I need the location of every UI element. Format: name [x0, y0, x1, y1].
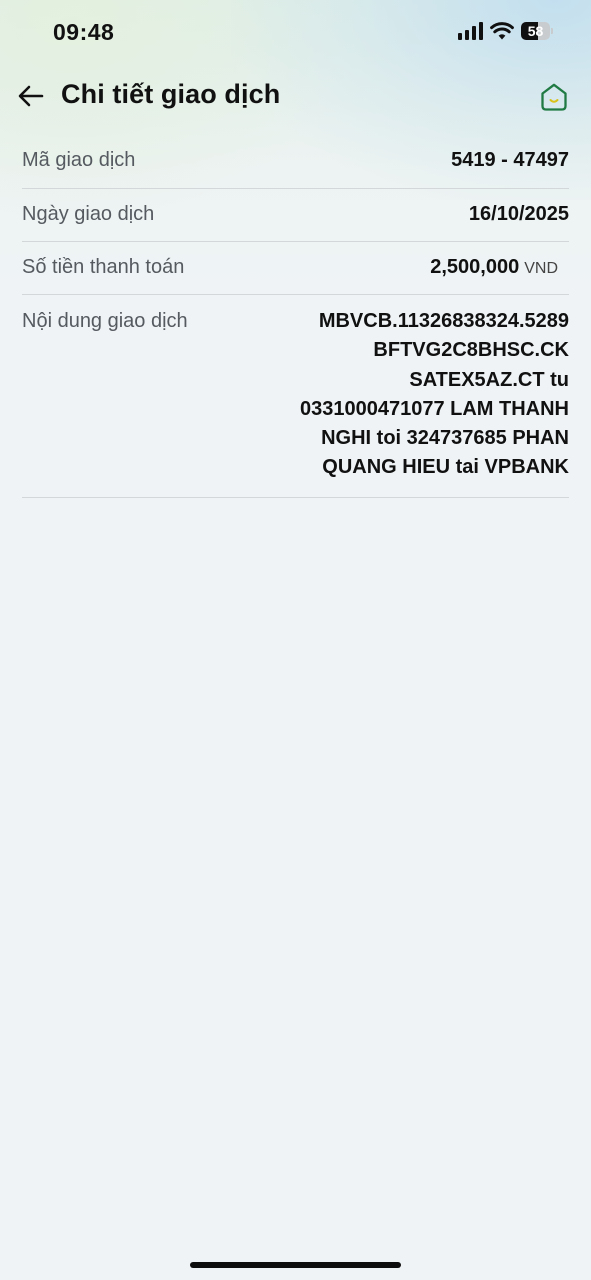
transaction-details: Mã giao dịch 5419 - 47497 Ngày giao dịch…	[22, 136, 569, 498]
wifi-icon	[490, 22, 514, 40]
transaction-content-value: MBVCB.11326838324.5289 BFTVG2C8BHSC.CK S…	[299, 310, 569, 479]
amount: 2,500,000 VND	[430, 256, 569, 279]
home-icon	[541, 83, 567, 111]
home-button[interactable]	[535, 78, 573, 116]
transaction-id-value: 5419 - 47497	[451, 149, 569, 171]
detail-label: Mã giao dịch	[22, 149, 136, 171]
home-indicator[interactable]	[190, 1262, 401, 1268]
detail-row-content: Nội dung giao dịch MBVCB.11326838324.528…	[22, 295, 569, 498]
amount-value: 2,500,000	[430, 256, 520, 278]
detail-row-transaction-date: Ngày giao dịch 16/10/2025	[22, 189, 569, 242]
header: Chi tiết giao dịch	[0, 70, 591, 122]
transaction-date-value: 16/10/2025	[468, 203, 569, 225]
battery-level: 58	[527, 23, 544, 39]
battery-icon: 58	[521, 22, 553, 40]
back-button[interactable]	[12, 78, 50, 114]
detail-label: Ngày giao dịch	[22, 203, 155, 225]
detail-label: Nội dung giao dịch	[22, 310, 188, 332]
signal-icon	[458, 22, 483, 40]
arrow-left-icon	[18, 85, 44, 107]
detail-row-transaction-id: Mã giao dịch 5419 - 47497	[22, 136, 569, 189]
detail-label: Số tiền thanh toán	[22, 256, 185, 278]
detail-row-amount: Số tiền thanh toán 2,500,000 VND	[22, 242, 569, 295]
status-time: 09:48	[53, 19, 115, 45]
status-icons: 58	[458, 22, 553, 40]
currency-label: VND	[524, 260, 558, 277]
status-bar: 09:48 58	[0, 0, 591, 66]
page-title: Chi tiết giao dịch	[61, 79, 281, 109]
